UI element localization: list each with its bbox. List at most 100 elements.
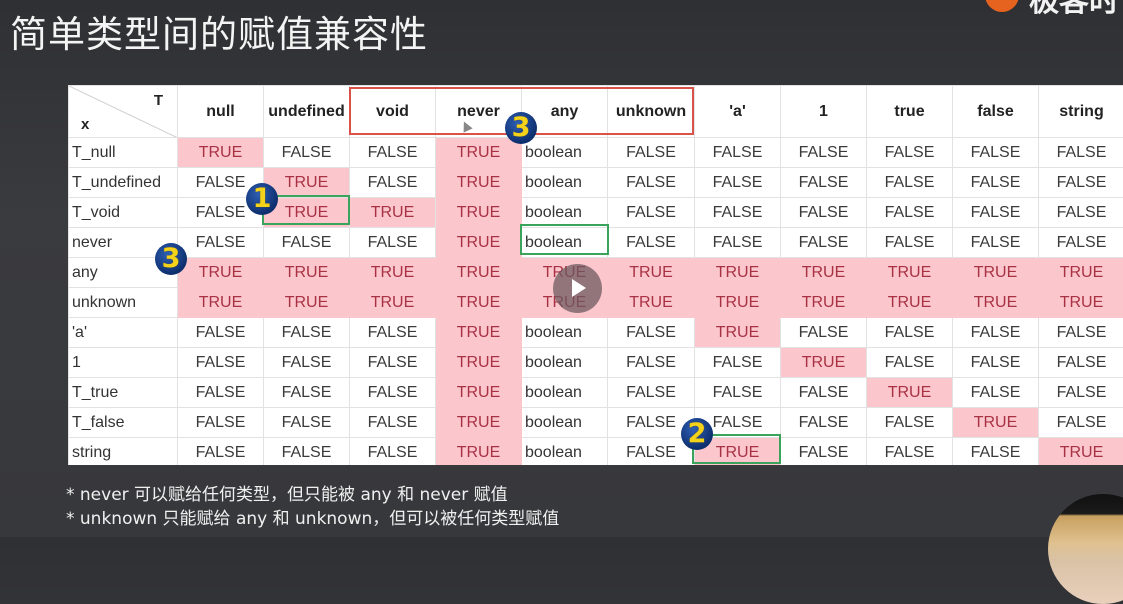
corner-source-label: x [81, 116, 89, 133]
column-header: false [953, 86, 1039, 138]
row-header: T_false [69, 408, 178, 438]
table-cell: FALSE [608, 348, 695, 378]
table-cell: FALSE [781, 228, 867, 258]
table-cell: FALSE [350, 348, 436, 378]
table-cell: FALSE [867, 318, 953, 348]
table-row: stringFALSEFALSEFALSETRUEbooleanFALSETRU… [69, 438, 1123, 466]
table-cell: FALSE [350, 138, 436, 168]
table-cell: FALSE [867, 138, 953, 168]
table-cell: TRUE [436, 408, 522, 438]
corner-target-label: T [154, 92, 163, 109]
table-cell: FALSE [350, 168, 436, 198]
row-header: 1 [69, 348, 178, 378]
table-cell: TRUE [953, 288, 1039, 318]
table-cell: TRUE [867, 378, 953, 408]
brand-logo: 极客时 [985, 0, 1123, 12]
table-cell: TRUE [436, 258, 522, 288]
table-cell: FALSE [695, 228, 781, 258]
table-cell: TRUE [436, 438, 522, 466]
table-cell: FALSE [1039, 168, 1123, 198]
table-cell: FALSE [178, 438, 264, 466]
table-cell: FALSE [608, 228, 695, 258]
table-cell: FALSE [781, 318, 867, 348]
table-cell: FALSE [264, 408, 350, 438]
table-cell: TRUE [178, 288, 264, 318]
logo-mark-icon [985, 0, 1019, 12]
table-cell: FALSE [867, 348, 953, 378]
row-header: unknown [69, 288, 178, 318]
table-cell: FALSE [695, 138, 781, 168]
table-cell: TRUE [436, 138, 522, 168]
presenter-video-avatar [1048, 494, 1123, 604]
table-cell: boolean [522, 168, 608, 198]
table-cell: boolean [522, 348, 608, 378]
table-row: T_trueFALSEFALSEFALSETRUEbooleanFALSEFAL… [69, 378, 1123, 408]
table-cell: boolean [522, 408, 608, 438]
table-cell: FALSE [608, 168, 695, 198]
footnote-unknown: * unknown 只能赋给 any 和 unknown，但可以被任何类型赋值 [66, 507, 559, 531]
table-cell: TRUE [350, 258, 436, 288]
table-cell: FALSE [867, 228, 953, 258]
table-cell: FALSE [953, 168, 1039, 198]
play-button[interactable] [553, 264, 602, 313]
table-cell: TRUE [695, 258, 781, 288]
table-cell: FALSE [953, 378, 1039, 408]
table-cell: boolean [522, 138, 608, 168]
corner-header: T x [69, 86, 178, 138]
table-cell: TRUE [436, 288, 522, 318]
table-cell: FALSE [695, 348, 781, 378]
table-row: neverFALSEFALSEFALSETRUEbooleanFALSEFALS… [69, 228, 1123, 258]
table-cell: TRUE [436, 198, 522, 228]
table-cell: TRUE [781, 288, 867, 318]
table-cell: FALSE [781, 168, 867, 198]
table-cell: FALSE [781, 198, 867, 228]
table-cell: TRUE [436, 228, 522, 258]
table-cell: FALSE [867, 198, 953, 228]
table-cell: TRUE [1039, 258, 1123, 288]
table-row: T_undefinedFALSETRUEFALSETRUEbooleanFALS… [69, 168, 1123, 198]
row-header: T_void [69, 198, 178, 228]
table-cell: FALSE [781, 408, 867, 438]
table-cell: FALSE [953, 438, 1039, 466]
footnotes: * never 可以赋给任何类型，但只能被 any 和 never 赋值 * u… [66, 483, 559, 531]
table-cell: FALSE [1039, 348, 1123, 378]
table-cell: FALSE [350, 318, 436, 348]
table-cell: TRUE [867, 288, 953, 318]
table-cell: TRUE [436, 168, 522, 198]
table-cell: FALSE [1039, 378, 1123, 408]
table-cell: FALSE [695, 378, 781, 408]
table-cell: boolean [522, 438, 608, 466]
table-cell: FALSE [1039, 138, 1123, 168]
logo-text: 极客时 [1029, 0, 1119, 20]
table-cell: TRUE [264, 258, 350, 288]
table-row: 'a'FALSEFALSEFALSETRUEbooleanFALSETRUEFA… [69, 318, 1123, 348]
column-header: true [867, 86, 953, 138]
table-cell: FALSE [867, 438, 953, 466]
table-cell: FALSE [350, 438, 436, 466]
table-cell: FALSE [264, 438, 350, 466]
table-cell: FALSE [264, 348, 350, 378]
table-cell: FALSE [608, 138, 695, 168]
table-cell: FALSE [350, 378, 436, 408]
table-cell: FALSE [953, 348, 1039, 378]
table-cell: FALSE [953, 198, 1039, 228]
table-cell: TRUE [608, 258, 695, 288]
badge-2: 2 [681, 418, 713, 450]
table-cell: FALSE [178, 408, 264, 438]
table-row: T_falseFALSEFALSEFALSETRUEbooleanFALSEFA… [69, 408, 1123, 438]
table-cell: FALSE [350, 408, 436, 438]
table-cell: TRUE [1039, 288, 1123, 318]
table-cell: TRUE [178, 258, 264, 288]
table-cell: FALSE [953, 318, 1039, 348]
table-cell: TRUE [264, 288, 350, 318]
table-cell: TRUE [436, 378, 522, 408]
table-cell: TRUE [1039, 438, 1123, 466]
table-cell: TRUE [436, 318, 522, 348]
table-cell: FALSE [781, 438, 867, 466]
table-cell: FALSE [264, 228, 350, 258]
table-cell: TRUE [953, 408, 1039, 438]
table-cell: FALSE [608, 438, 695, 466]
badge-3-header: 3 [505, 112, 537, 144]
header-row: T x nullundefinedvoidneveranyunknown'a'1… [69, 86, 1123, 138]
table-cell: FALSE [781, 138, 867, 168]
